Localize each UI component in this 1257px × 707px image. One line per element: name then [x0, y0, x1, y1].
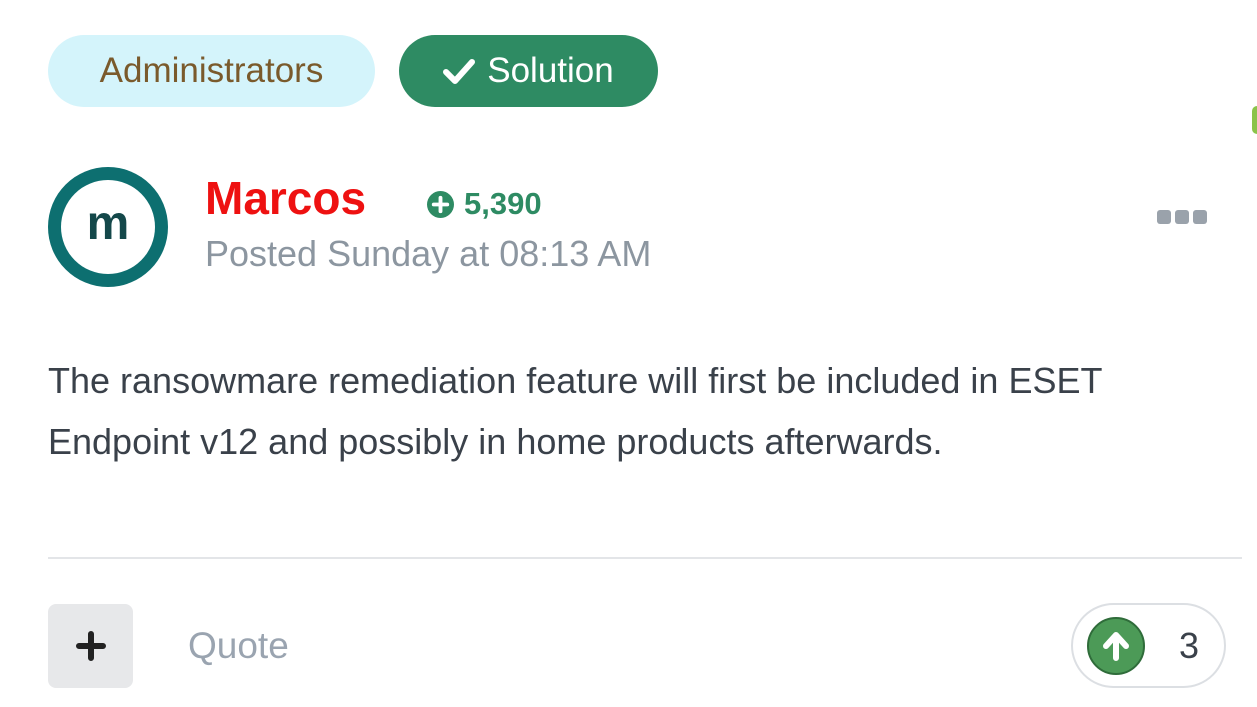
post-timestamp: Posted Sunday at 08:13 AM: [205, 233, 652, 274]
post-content: The ransowmare remediation feature will …: [48, 360, 1102, 462]
arrow-up-icon: [1103, 631, 1129, 661]
avatar-letter: m: [61, 180, 155, 274]
plus-circle-icon: [427, 190, 454, 218]
ellipsis-icon: [1175, 210, 1189, 224]
reputation-count: 5,390: [464, 186, 542, 221]
author-name[interactable]: Marcos: [205, 172, 366, 224]
divider: [48, 557, 1242, 559]
reaction-count: 3: [1179, 624, 1200, 666]
ellipsis-icon: [1193, 210, 1207, 224]
avatar[interactable]: m: [48, 167, 168, 287]
quote-link[interactable]: Quote: [188, 624, 289, 668]
plus-icon: [75, 631, 106, 661]
group-badge-label: Administrators: [99, 51, 324, 90]
upvote-button[interactable]: [1087, 616, 1145, 675]
post-menu-button[interactable]: [1157, 210, 1207, 224]
edge-indicator: [1252, 106, 1257, 134]
multiquote-button[interactable]: [48, 604, 133, 688]
solution-badge-label: Solution: [487, 51, 614, 90]
reaction-button[interactable]: 3: [1071, 603, 1226, 688]
reputation-badge: 5,390: [427, 186, 542, 222]
solution-badge: Solution: [399, 35, 658, 107]
ellipsis-icon: [1157, 210, 1171, 224]
group-badge: Administrators: [48, 35, 375, 107]
check-icon: [443, 59, 476, 84]
